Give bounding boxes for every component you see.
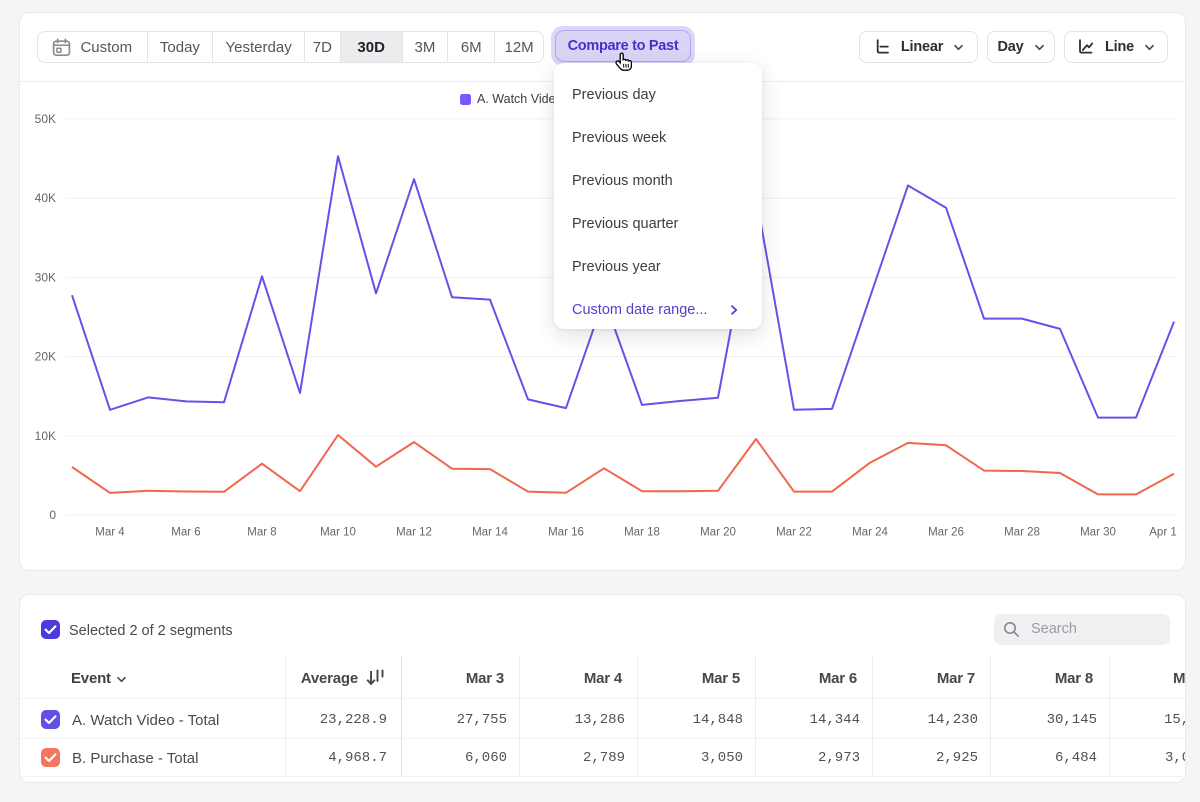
svg-text:Mar 10: Mar 10 [320, 527, 356, 539]
svg-text:40K: 40K [35, 191, 56, 205]
svg-text:Mar 18: Mar 18 [624, 527, 660, 539]
svg-text:Mar 22: Mar 22 [776, 527, 812, 539]
svg-text:Mar 14: Mar 14 [472, 527, 508, 539]
svg-text:Mar 26: Mar 26 [928, 527, 964, 539]
svg-text:Mar 6: Mar 6 [171, 527, 200, 539]
svg-text:Mar 30: Mar 30 [1080, 527, 1116, 539]
svg-text:Mar 16: Mar 16 [548, 527, 584, 539]
svg-text:Mar 24: Mar 24 [852, 527, 888, 539]
svg-text:10K: 10K [35, 429, 56, 443]
svg-text:30K: 30K [35, 270, 56, 284]
svg-text:50K: 50K [35, 112, 56, 126]
svg-text:Mar 12: Mar 12 [396, 527, 432, 539]
svg-text:Mar 20: Mar 20 [700, 527, 736, 539]
svg-text:Apr 1: Apr 1 [1149, 527, 1177, 539]
svg-text:Mar 8: Mar 8 [247, 527, 276, 539]
svg-text:Mar 4: Mar 4 [95, 527, 125, 539]
svg-text:20K: 20K [35, 350, 56, 364]
svg-text:0: 0 [49, 508, 56, 522]
svg-text:Mar 28: Mar 28 [1004, 527, 1040, 539]
